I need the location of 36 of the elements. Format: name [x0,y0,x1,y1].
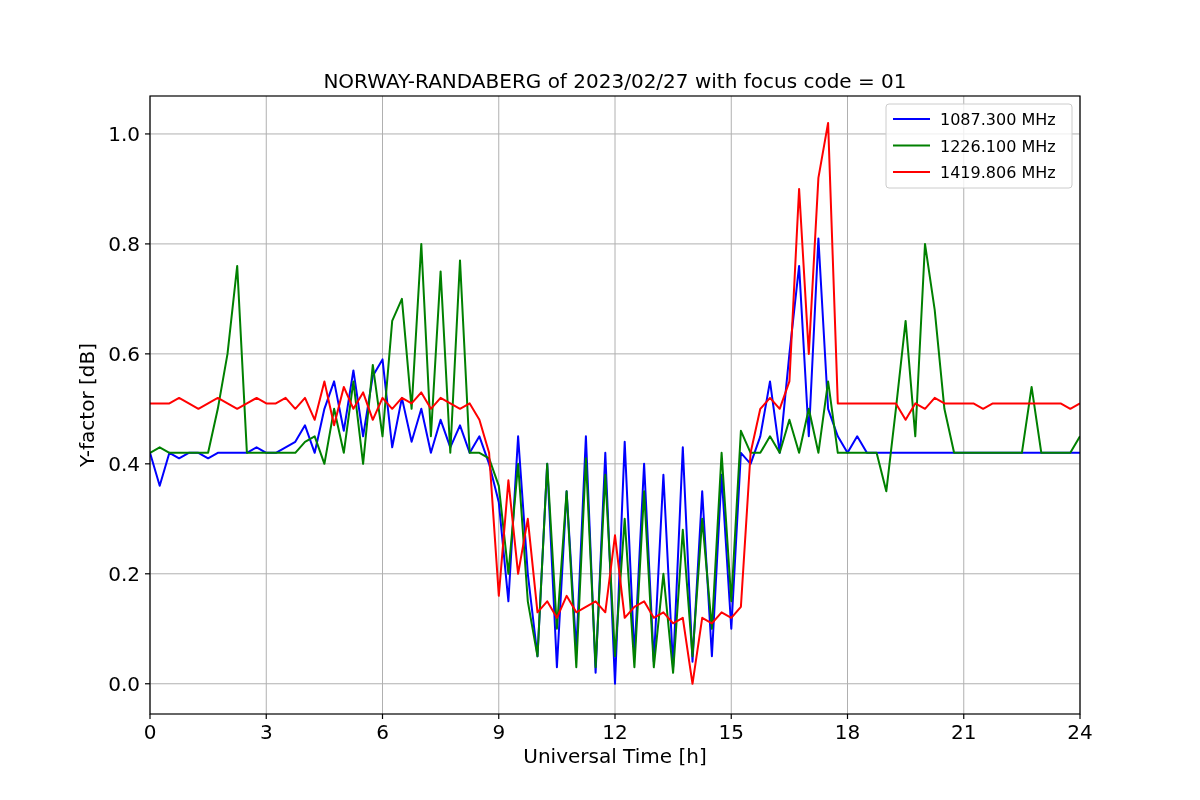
tick-label: 0.6 [108,341,140,366]
tick-mark [846,713,849,720]
chart-title: NORWAY-RANDABERG of 2023/02/27 with focus code = 01 [323,69,907,93]
tick-mark [144,573,151,575]
tick-mark [144,133,151,135]
axis-label: Universal Time [h] [523,744,707,768]
tick-mark [614,713,616,720]
tick-label: 0 [143,720,157,744]
tick-label: 15 [718,720,744,744]
legend-label: 1087.300 MHz [940,110,1056,129]
tick-mark [265,713,267,720]
tick-label: 1.0 [108,121,140,146]
tick-mark [144,243,151,245]
legend-label: 1419.806 MHz [940,163,1056,182]
legend-label: 1226.100 MHz [940,136,1056,156]
tick-mark [149,713,151,720]
tick-mark [498,713,500,720]
tick-mark [963,713,965,720]
tick-mark [730,713,732,720]
tick-mark [144,353,151,355]
tick-label: 6 [376,720,389,744]
tick-mark [1079,713,1081,720]
tick-label: 0.4 [108,451,140,476]
tick-label: 0.0 [108,671,140,696]
tick-mark [381,713,384,720]
tick-label: 18 [834,720,861,744]
tick-label: 0.2 [108,561,140,586]
tick-label: 24 [1067,720,1093,744]
tick-label: 12 [602,720,628,744]
tick-label: 21 [951,720,977,744]
tick-label: 3 [259,720,273,744]
axis-label: Y-factor [dB] [75,343,99,467]
tick-mark [144,463,151,465]
tick-label: 0.8 [108,231,140,256]
tick-label: 9 [492,720,506,744]
tick-mark [144,683,151,685]
